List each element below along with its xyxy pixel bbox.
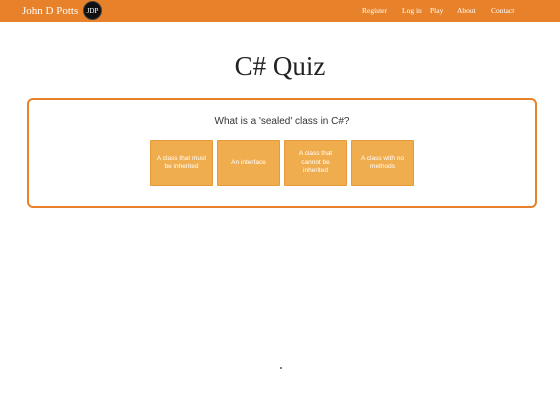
footer-dot: [280, 367, 282, 369]
jdp-logo-icon[interactable]: JDP: [83, 1, 102, 20]
nav-register-link[interactable]: Register: [362, 0, 387, 22]
answer-button-1[interactable]: A class that must be inherited: [150, 140, 213, 186]
nav-play-link[interactable]: Play: [430, 0, 443, 22]
question-panel: What is a 'sealed' class in C#? A class …: [27, 98, 537, 208]
nav-contact-link[interactable]: Contact: [491, 0, 514, 22]
answer-button-2[interactable]: An interface: [217, 140, 280, 186]
answer-button-4[interactable]: A class with no methods: [351, 140, 414, 186]
nav-about-link[interactable]: About: [457, 0, 476, 22]
question-text: What is a 'sealed' class in C#?: [214, 116, 350, 127]
page-title: C# Quiz: [234, 51, 326, 81]
answer-button-3[interactable]: A class that cannot be inherited: [284, 140, 347, 186]
brand-link[interactable]: John D Potts: [22, 0, 78, 22]
nav-login-link[interactable]: Log in: [402, 0, 422, 22]
navbar: John D Potts JDP Register Log in Play Ab…: [0, 0, 560, 22]
